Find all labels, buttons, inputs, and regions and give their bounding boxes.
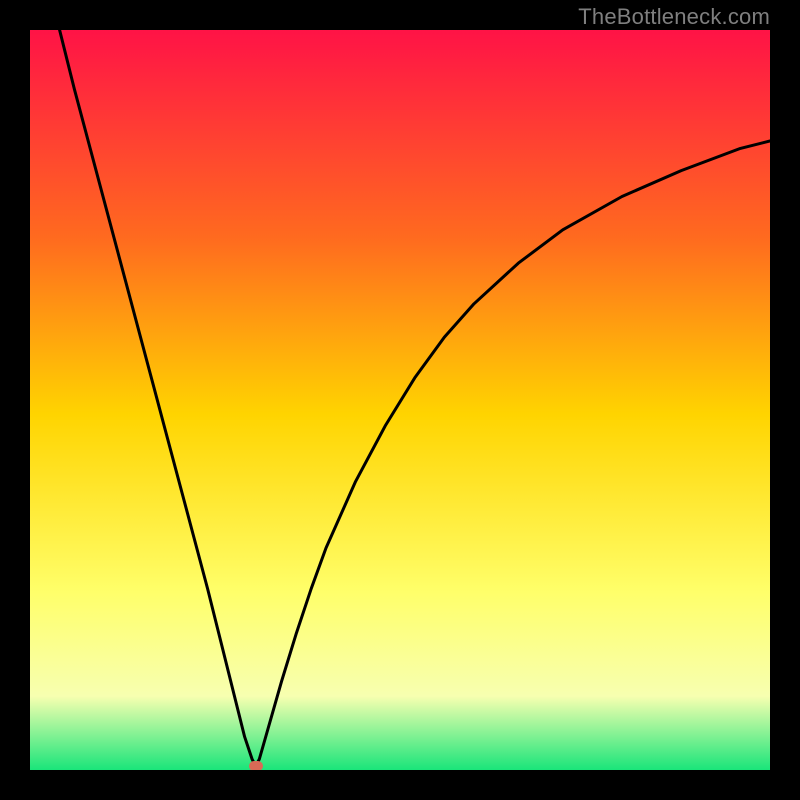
- minimum-marker: [249, 761, 263, 770]
- chart-frame: TheBottleneck.com: [0, 0, 800, 800]
- curve-layer: [30, 30, 770, 770]
- watermark-text: TheBottleneck.com: [578, 4, 770, 30]
- bottleneck-curve: [60, 30, 770, 766]
- plot-area: [30, 30, 770, 770]
